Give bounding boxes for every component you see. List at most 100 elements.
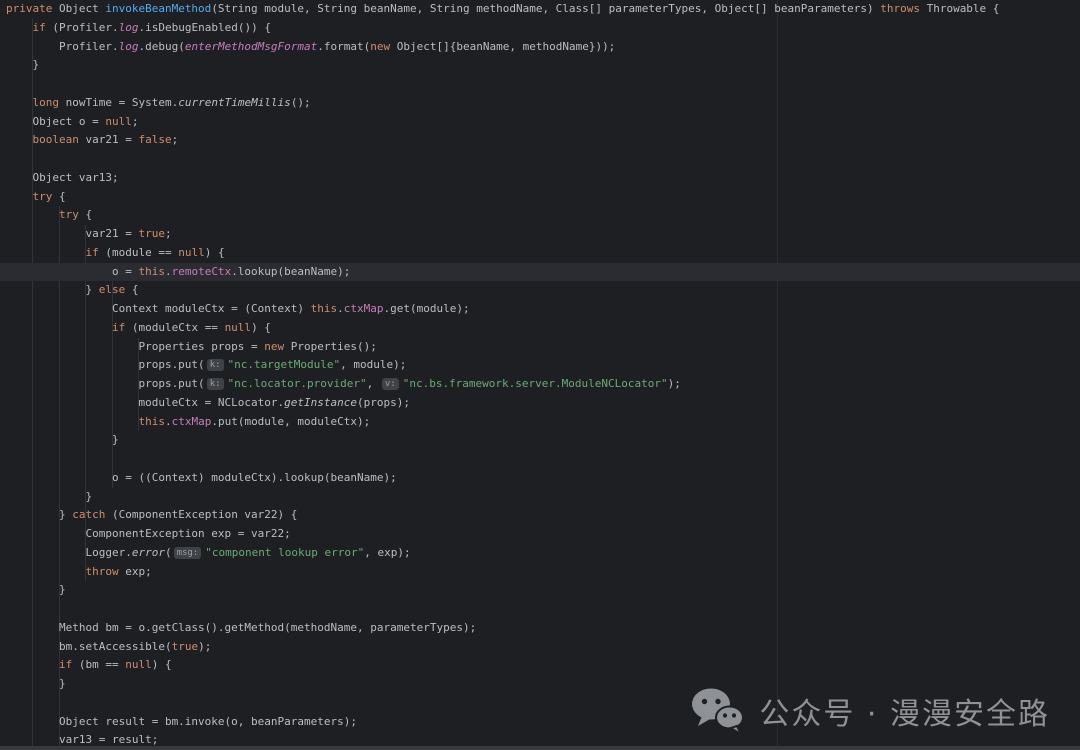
code-token: moduleCtx = NCLocator. [6,396,284,409]
code-token: if [33,21,46,34]
code-token: bm.setAccessible( [6,640,172,653]
code-token: (ComponentException var22) { [105,508,297,521]
code-line[interactable] [0,600,1080,619]
code-token: error [132,546,165,559]
code-token: if [59,658,72,671]
code-line[interactable] [0,450,1080,469]
code-token: remoteCtx [172,265,232,278]
code-token: (String module, String beanName, String … [211,2,880,15]
code-line[interactable]: if (bm == null) { [0,656,1080,675]
code-line[interactable]: if (moduleCtx == null) { [0,319,1080,338]
code-line[interactable]: ComponentException exp = var22; [0,525,1080,544]
code-token: o = [6,265,138,278]
code-token: enterMethodMsgFormat [185,40,317,53]
code-token [6,658,59,671]
code-token: .isDebugEnabled()) { [138,21,270,34]
code-token: invokeBeanMethod [105,2,211,15]
code-line[interactable]: Object var13; [0,169,1080,188]
code-line[interactable]: throw exp; [0,563,1080,582]
code-line[interactable]: Profiler.log.debug(enterMethodMsgFormat.… [0,38,1080,57]
code-token: ; [132,115,139,128]
code-line[interactable]: bm.setAccessible(true); [0,638,1080,657]
code-token: try [33,190,53,203]
code-area[interactable]: private Object invokeBeanMethod(String m… [0,0,1080,750]
code-token: { [52,190,65,203]
code-token: var21 = [79,133,139,146]
code-token: } [6,490,92,503]
code-line[interactable]: } [0,56,1080,75]
code-line[interactable]: long nowTime = System.currentTimeMillis(… [0,94,1080,113]
inlay-hint[interactable]: k: [207,378,224,390]
code-line[interactable]: } else { [0,281,1080,300]
code-token: nowTime = System. [59,96,178,109]
code-line[interactable]: } [0,431,1080,450]
code-line[interactable] [0,75,1080,94]
code-token: Object[]{beanName, methodName})); [390,40,615,53]
code-line[interactable]: var21 = true; [0,225,1080,244]
code-token: ctxMap [344,302,384,315]
code-token: log [119,21,139,34]
code-line[interactable]: this.ctxMap.put(module, moduleCtx); [0,413,1080,432]
code-token: . [165,415,172,428]
code-line[interactable]: moduleCtx = NCLocator.getInstance(props)… [0,394,1080,413]
code-line[interactable]: Context moduleCtx = (Context) this.ctxMa… [0,300,1080,319]
inlay-hint[interactable]: msg: [174,547,202,559]
code-token: { [125,283,138,296]
code-line[interactable]: Object o = null; [0,113,1080,132]
code-token: (Profiler. [46,21,119,34]
code-token: if [85,246,98,259]
code-token: ; [165,227,172,240]
code-line[interactable]: try { [0,206,1080,225]
code-token: try [59,208,79,221]
code-line[interactable]: Logger.error(msg:"component lookup error… [0,544,1080,563]
code-line[interactable]: props.put(k:"nc.locator.provider", v:"nc… [0,375,1080,394]
code-token: null [225,321,252,334]
code-token: . [165,265,172,278]
code-token [6,133,33,146]
wechat-icon [691,687,745,735]
code-line[interactable]: if (Profiler.log.isDebugEnabled()) { [0,19,1080,38]
code-token: var13 = result; [6,733,158,746]
code-token: } [6,283,99,296]
code-line[interactable]: try { [0,188,1080,207]
code-line[interactable]: private Object invokeBeanMethod(String m… [0,0,1080,19]
code-token: { [79,208,92,221]
code-token: props.put( [6,377,205,390]
code-token: .lookup(beanName); [231,265,350,278]
code-token: Object var13; [6,171,119,184]
code-token: Properties(); [284,340,377,353]
code-token: ); [668,377,681,390]
code-token: o = ((Context) moduleCtx).lookup(beanNam… [6,471,397,484]
inlay-hint[interactable]: v: [382,378,399,390]
inlay-hint[interactable]: k: [207,359,224,371]
code-line[interactable]: o = ((Context) moduleCtx).lookup(beanNam… [0,469,1080,488]
code-token: } [6,433,119,446]
code-line[interactable]: o = this.remoteCtx.lookup(beanName); [0,263,1080,282]
code-line[interactable] [0,150,1080,169]
code-line[interactable]: Properties props = new Properties(); [0,338,1080,357]
code-token: } [6,58,39,71]
code-token: exp; [119,565,152,578]
code-token: , exp); [364,546,410,559]
code-token: "component lookup error" [205,546,364,559]
code-line[interactable]: } catch (ComponentException var22) { [0,506,1080,525]
code-line[interactable]: boolean var21 = false; [0,131,1080,150]
code-line[interactable]: Method bm = o.getClass().getMethod(metho… [0,619,1080,638]
code-token: false [138,133,171,146]
code-token: ); [198,640,211,653]
code-token: } [6,508,72,521]
code-token: Context moduleCtx = (Context) [6,302,311,315]
code-token: ) { [251,321,271,334]
code-token: getInstance [284,396,357,409]
watermark: 公众号 · 漫漫安全路 [691,686,1050,736]
code-line[interactable]: if (module == null) { [0,244,1080,263]
code-line[interactable]: } [0,488,1080,507]
code-token: throws [880,2,920,15]
code-line[interactable]: } [0,581,1080,600]
code-token: } [6,677,66,690]
code-token: if [112,321,125,334]
code-editor[interactable]: private Object invokeBeanMethod(String m… [0,0,1080,750]
code-line[interactable]: props.put(k:"nc.targetModule", module); [0,356,1080,375]
code-token: boolean [33,133,79,146]
code-token: true [138,227,165,240]
